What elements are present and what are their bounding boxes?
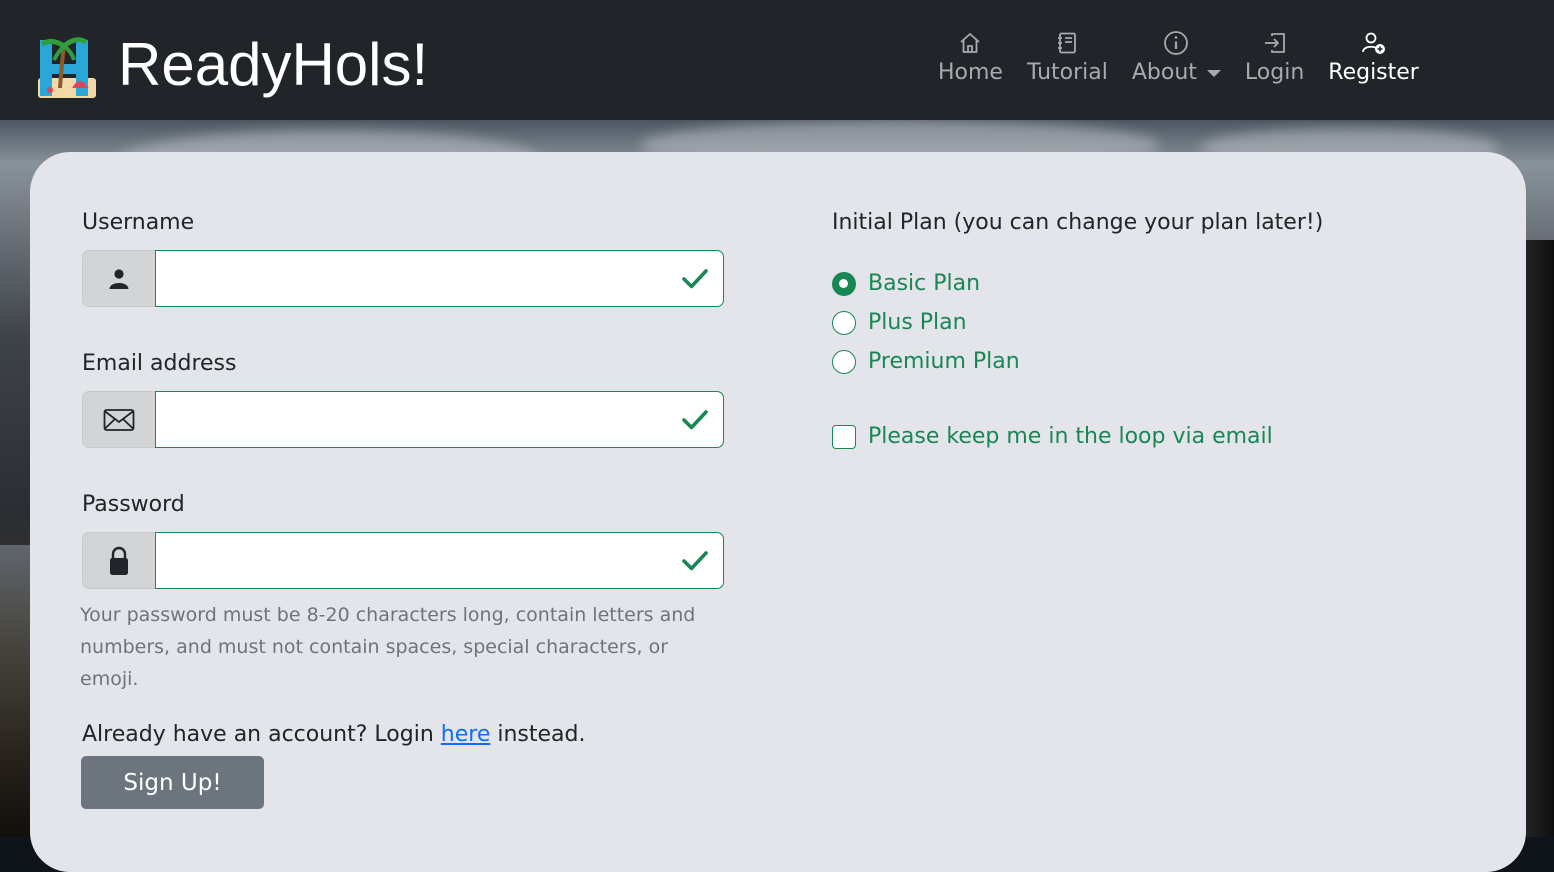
valid-check-icon <box>682 269 708 289</box>
password-label: Password <box>82 492 185 517</box>
plan-selection: Initial Plan (you can change your plan l… <box>832 208 1432 456</box>
nav-about-text: About <box>1131 60 1197 85</box>
lock-icon <box>82 532 155 589</box>
nav-about-dropdown[interactable]: About <box>1132 30 1221 90</box>
account-fields: Username Email address Password Your pas… <box>80 208 724 751</box>
person-plus-icon <box>1361 30 1387 56</box>
brand-name: ReadyHols! <box>118 31 429 98</box>
plan-option-basic[interactable]: Basic Plan <box>832 264 1432 303</box>
radio-premium[interactable] <box>832 349 856 374</box>
nav-about-label: About <box>1132 56 1221 90</box>
register-card: Username Email address Password Your pas… <box>30 152 1526 872</box>
username-label: Username <box>82 210 195 235</box>
plan-title: Initial Plan (you can change your plan l… <box>832 210 1324 235</box>
person-icon <box>82 250 155 307</box>
password-group <box>82 532 724 589</box>
nav-home[interactable]: Home <box>938 30 1003 90</box>
house-icon <box>957 30 983 56</box>
password-help-text: Your password must be 8-20 characters lo… <box>80 604 696 690</box>
username-group <box>82 250 724 307</box>
chevron-down-icon <box>1206 69 1221 77</box>
newsletter-label: Please keep me in the loop via email <box>868 424 1273 449</box>
valid-check-icon <box>682 551 708 571</box>
login-prompt: Already have an account? Login here inst… <box>82 719 724 751</box>
email-group <box>82 391 724 448</box>
plan-option-label: Plus Plan <box>868 310 967 335</box>
nav-login-label: Login <box>1244 60 1305 85</box>
sign-up-button[interactable]: Sign Up! <box>81 756 264 809</box>
envelope-icon <box>82 391 155 448</box>
password-input[interactable] <box>156 533 723 588</box>
nav-tutorial-label: Tutorial <box>1026 60 1108 85</box>
email-field-wrap <box>155 391 724 448</box>
plan-option-plus[interactable]: Plus Plan <box>832 303 1432 342</box>
login-here-link[interactable]: here <box>441 722 491 747</box>
valid-check-icon <box>682 410 708 430</box>
login-prompt-prefix: Already have an account? Login <box>82 722 441 747</box>
email-label: Email address <box>82 351 237 376</box>
email-input[interactable] <box>156 392 723 447</box>
nav-tutorial[interactable]: Tutorial <box>1027 30 1108 90</box>
radio-basic[interactable] <box>832 271 856 296</box>
newsletter-option[interactable]: Please keep me in the loop via email <box>832 417 1432 456</box>
brand[interactable]: ReadyHols! <box>32 30 428 100</box>
nav-home-label: Home <box>938 60 1003 85</box>
plan-option-label: Premium Plan <box>868 349 1020 374</box>
main-nav: Home Tutorial About Login Register <box>938 30 1443 90</box>
box-arrow-in-right-icon <box>1262 30 1288 56</box>
plan-option-label: Basic Plan <box>868 271 981 296</box>
info-circle-icon <box>1163 30 1189 56</box>
username-input[interactable] <box>156 251 723 306</box>
newsletter-checkbox[interactable] <box>832 424 856 449</box>
nav-register[interactable]: Register <box>1328 30 1419 90</box>
login-prompt-suffix: instead. <box>490 722 586 747</box>
radio-plus[interactable] <box>832 310 856 335</box>
username-field-wrap <box>155 250 724 307</box>
nav-register-label: Register <box>1328 60 1419 85</box>
nav-login[interactable]: Login <box>1245 30 1304 90</box>
journal-icon <box>1054 30 1080 56</box>
password-field-wrap <box>155 532 724 589</box>
readyhols-logo-icon <box>32 30 98 100</box>
navbar: ReadyHols! Home Tutorial About Login Reg… <box>0 0 1554 120</box>
plan-option-premium[interactable]: Premium Plan <box>832 342 1432 381</box>
